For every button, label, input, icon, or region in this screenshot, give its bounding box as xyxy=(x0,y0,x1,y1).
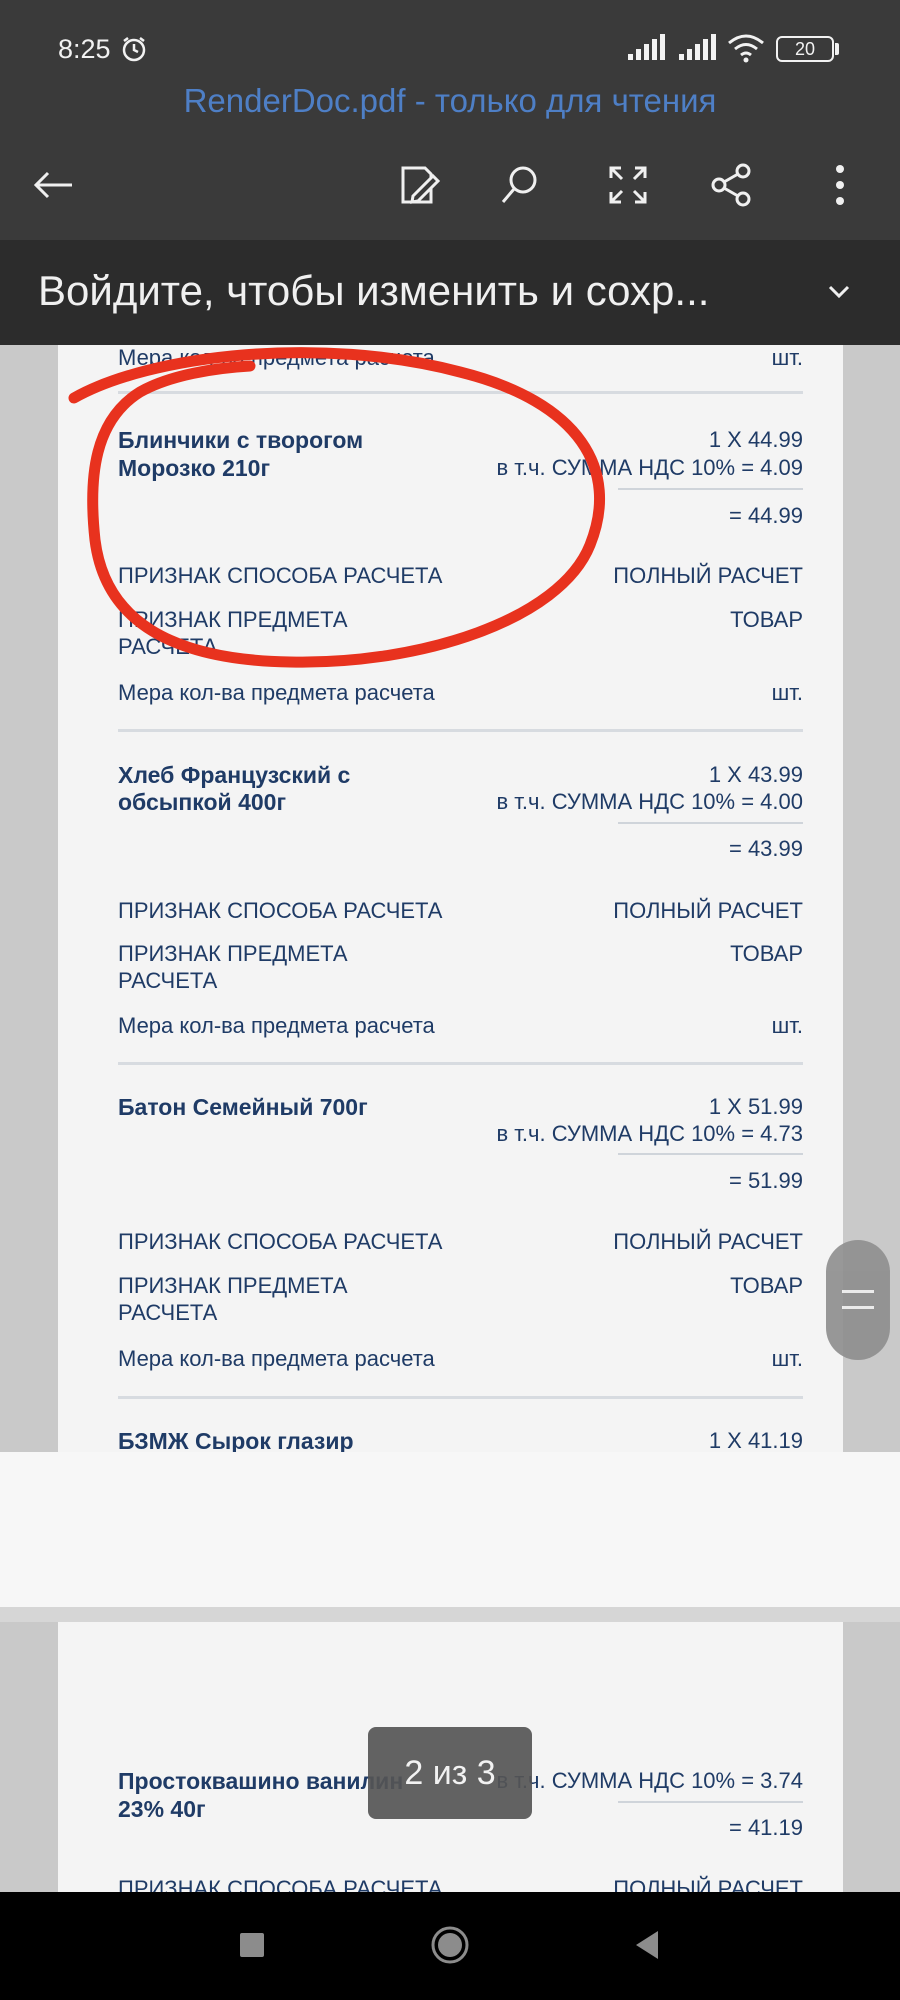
search-button[interactable] xyxy=(495,160,545,210)
item-total: = 44.99 xyxy=(728,503,803,528)
pdf-page: Мера кол-ва предмета расчета шт. Блинчик… xyxy=(58,345,843,1454)
item-vat: в т.ч. СУММА НДС 10% = 3.74 xyxy=(496,1768,803,1793)
item-total: = 43.99 xyxy=(728,836,803,861)
payment-method-value: ПОЛНЫЙ РАСЧЕТ xyxy=(613,1876,803,1892)
item-name: Простоквашино ванилин xyxy=(118,1768,404,1794)
item-name: Хлеб Французский с xyxy=(118,762,351,788)
expand-icon xyxy=(609,166,647,204)
subject-label-line2: РАСЧЕТА xyxy=(118,968,218,993)
share-icon xyxy=(711,163,751,207)
search-icon xyxy=(501,166,537,203)
top-bar: 8:25 20 RenderDoc.pdf - только для чтени… xyxy=(0,0,900,240)
item-vat: в т.ч. СУММА НДС 10% = 4.73 xyxy=(496,1121,803,1146)
item-divider xyxy=(118,1396,803,1399)
item-name: Блинчики с творогом xyxy=(118,427,364,453)
chevron-down-icon[interactable] xyxy=(822,274,856,308)
item-qty-price: 1 X 44.99 xyxy=(708,427,803,452)
more-button[interactable] xyxy=(815,160,865,210)
signal-icon xyxy=(628,34,665,60)
total-divider xyxy=(618,822,803,824)
recents-button[interactable] xyxy=(227,1920,277,1970)
item-name-line2: обсыпкой 400г xyxy=(118,789,287,815)
battery-indicator: 20 xyxy=(776,36,834,62)
back-button[interactable] xyxy=(28,160,78,210)
measure-value: шт. xyxy=(771,345,803,370)
payment-method-label: ПРИЗНАК СПОСОБА РАСЧЕТА xyxy=(118,563,443,588)
item-name-line2: 23% 40г xyxy=(118,1796,206,1822)
share-button[interactable] xyxy=(707,160,757,210)
subject-label: ПРИЗНАК ПРЕДМЕТА xyxy=(118,1273,348,1298)
item-qty-price: 1 X 41.19 xyxy=(708,1428,803,1453)
item-vat: в т.ч. СУММА НДС 10% = 4.09 xyxy=(496,455,803,480)
item-total: = 51.99 xyxy=(728,1168,803,1193)
item-vat: в т.ч. СУММА НДС 10% = 4.00 xyxy=(496,789,803,814)
payment-method-value: ПОЛНЫЙ РАСЧЕТ xyxy=(613,563,803,588)
subject-value: ТОВАР xyxy=(730,1273,803,1298)
subject-label-line2: РАСЧЕТА xyxy=(118,1300,218,1325)
measure-label: Мера кол-ва предмета расчета xyxy=(118,1013,435,1038)
subject-value: ТОВАР xyxy=(730,941,803,966)
measure-value: шт. xyxy=(771,1346,803,1371)
total-divider xyxy=(618,488,803,490)
subject-value: ТОВАР xyxy=(730,607,803,632)
item-name: БЗМЖ Сырок глазир xyxy=(118,1428,354,1454)
measure-value: шт. xyxy=(771,1013,803,1038)
total-divider xyxy=(618,1153,803,1155)
scroll-grip-line xyxy=(842,1306,874,1309)
home-button[interactable] xyxy=(425,1920,475,1970)
scroll-grip-line xyxy=(842,1290,874,1293)
alarm-icon xyxy=(122,37,146,62)
document-title: RenderDoc.pdf - только для чтения xyxy=(183,82,717,119)
more-vertical-icon xyxy=(836,165,844,205)
payment-method-label: ПРИЗНАК СПОСОБА РАСЧЕТА xyxy=(118,1229,443,1254)
page-indicator: 2 из 3 xyxy=(368,1727,532,1819)
page-gap-divider xyxy=(0,1607,900,1622)
edit-button[interactable] xyxy=(393,160,443,210)
page-gap xyxy=(0,1452,900,1607)
battery-tip xyxy=(835,43,839,55)
item-divider xyxy=(118,1062,803,1065)
measure-label: Мера кол-ва предмета расчета xyxy=(118,680,435,705)
wifi-icon xyxy=(728,34,764,63)
payment-method-value: ПОЛНЫЙ РАСЧЕТ xyxy=(613,1229,803,1254)
signal-icon-2 xyxy=(679,34,716,60)
payment-method-label: ПРИЗНАК СПОСОБА РАСЧЕТА xyxy=(118,898,443,923)
subject-label: ПРИЗНАК ПРЕДМЕТА xyxy=(118,607,348,632)
back-nav-button[interactable] xyxy=(623,1920,673,1970)
payment-method-value: ПОЛНЫЙ РАСЧЕТ xyxy=(613,898,803,923)
subject-label: ПРИЗНАК ПРЕДМЕТА xyxy=(118,941,348,966)
status-time: 8:25 xyxy=(58,34,111,64)
item-divider xyxy=(118,729,803,732)
signin-banner[interactable]: Войдите, чтобы изменить и сохр... xyxy=(0,240,900,345)
fullscreen-button[interactable] xyxy=(603,160,653,210)
subject-label-line2: РАСЧЕТА xyxy=(118,634,218,659)
item-qty-price: 1 X 51.99 xyxy=(708,1094,803,1119)
fast-scroll-handle[interactable] xyxy=(826,1240,890,1360)
back-arrow-icon xyxy=(33,171,72,199)
measure-value: шт. xyxy=(771,680,803,705)
item-qty-price: 1 X 43.99 xyxy=(708,762,803,787)
item-divider xyxy=(118,391,803,394)
edit-icon xyxy=(401,166,441,204)
signin-banner-text: Войдите, чтобы изменить и сохр... xyxy=(38,267,710,314)
measure-label: Мера кол-ва предмета расчета xyxy=(118,1346,435,1371)
payment-method-label: ПРИЗНАК СПОСОБА РАСЧЕТА xyxy=(118,1876,443,1892)
measure-label: Мера кол-ва предмета расчета xyxy=(118,345,435,370)
item-total: = 41.19 xyxy=(728,1815,803,1840)
total-divider xyxy=(618,1801,803,1803)
item-name-line2: Морозко 210г xyxy=(118,455,271,481)
item-name: Батон Семейный 700г xyxy=(118,1094,368,1120)
